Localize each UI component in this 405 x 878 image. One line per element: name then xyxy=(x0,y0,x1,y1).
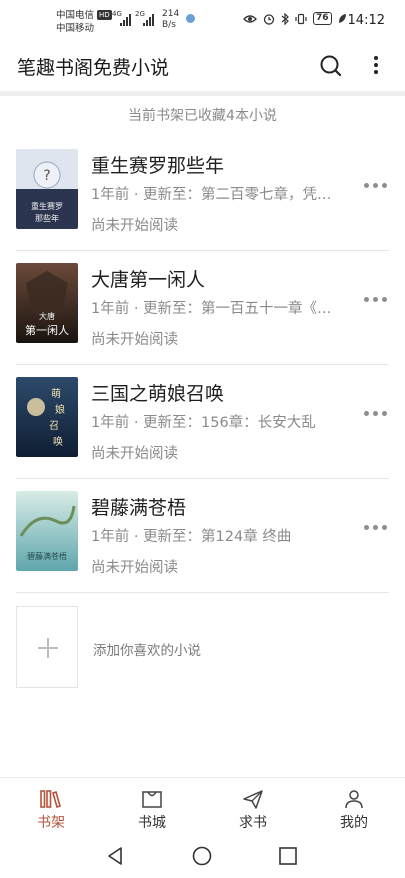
book-more-button[interactable] xyxy=(360,515,390,539)
tab-label: 书架 xyxy=(37,815,65,831)
search-icon xyxy=(320,55,342,77)
book-item[interactable]: 萌 娘 召 唤 三国之萌娘召唤 1年前 · 更新至：156章：长安大乱 尚未开始… xyxy=(0,365,405,479)
book-title: 三国之萌娘召唤 xyxy=(91,383,225,405)
tab-profile[interactable]: 我的 xyxy=(314,782,394,834)
search-button[interactable] xyxy=(317,52,345,80)
more-options-button[interactable] xyxy=(366,52,386,80)
app-bar: 笔趣书阁免费小说 xyxy=(0,44,405,90)
book-more-button[interactable] xyxy=(360,401,390,425)
leaf-icon xyxy=(338,14,346,23)
home-icon xyxy=(192,846,212,866)
book-cover: 萌 娘 召 唤 xyxy=(16,377,78,457)
tab-label: 求书 xyxy=(239,815,267,831)
shelf-summary: 当前书架已收藏4本小说 xyxy=(128,108,277,124)
tab-label: 书城 xyxy=(138,815,166,831)
book-more-button[interactable] xyxy=(360,287,390,311)
user-icon xyxy=(345,790,363,809)
book-update-info: 1年前 · 更新至：第二百零七章，凭… xyxy=(91,187,332,203)
book-title: 大唐第一闲人 xyxy=(91,269,206,291)
recents-button[interactable] xyxy=(275,843,301,869)
svg-text:娘: 娘 xyxy=(55,403,65,416)
carrier-info: 中国电信 HD 中国移动 xyxy=(56,9,112,35)
svg-text:第一闲人: 第一闲人 xyxy=(25,323,69,337)
bluetooth-icon xyxy=(281,12,289,25)
book-progress: 尚未开始阅读 xyxy=(91,218,178,234)
app-notification-icon xyxy=(186,14,195,23)
more-vertical-icon xyxy=(374,56,378,74)
svg-text:?: ? xyxy=(43,168,50,184)
back-icon xyxy=(108,847,122,865)
bookshelf-icon xyxy=(40,790,61,809)
vibrate-icon xyxy=(295,13,307,24)
clock: 14:12 xyxy=(347,13,385,28)
book-item[interactable]: 大唐 第一闲人 大唐第一闲人 1年前 · 更新至：第一百五十一章《… 尚未开始阅… xyxy=(0,251,405,365)
recents-icon xyxy=(279,847,297,865)
book-more-button[interactable] xyxy=(360,173,390,197)
svg-text:那些年: 那些年 xyxy=(35,213,59,223)
page-title: 笔趣书阁免费小说 xyxy=(17,57,170,79)
book-cover: 大唐 第一闲人 xyxy=(16,263,78,343)
book-item[interactable]: 碧藤满苍梧 碧藤满苍梧 1年前 · 更新至：第124章 终曲 尚未开始阅读 xyxy=(0,479,405,593)
bookstore-icon xyxy=(142,791,162,808)
tab-bookstore[interactable]: 书城 xyxy=(112,782,192,834)
svg-text:萌: 萌 xyxy=(51,387,61,400)
carrier-1: 中国电信 xyxy=(56,10,95,21)
back-button[interactable] xyxy=(103,843,129,869)
alarm-icon xyxy=(263,13,275,25)
svg-text:重生赛罗: 重生赛罗 xyxy=(31,201,63,211)
book-item[interactable]: ? 重生赛罗 那些年 重生赛罗那些年 1年前 · 更新至：第二百零七章，凭… 尚… xyxy=(0,137,405,251)
eye-icon xyxy=(243,14,257,23)
network-speed: 214 B/s xyxy=(162,9,180,30)
tabbar-divider xyxy=(0,777,405,778)
book-update-info: 1年前 · 更新至：第一百五十一章《… xyxy=(91,301,332,317)
svg-text:碧藤满苍梧: 碧藤满苍梧 xyxy=(27,551,67,561)
row-divider xyxy=(16,592,389,593)
carrier-2: 中国移动 xyxy=(56,23,95,34)
book-progress: 尚未开始阅读 xyxy=(91,332,178,348)
book-cover: 碧藤满苍梧 xyxy=(16,491,78,571)
battery-level: 76 xyxy=(313,12,332,25)
svg-text:唤: 唤 xyxy=(53,435,63,448)
home-button[interactable] xyxy=(189,843,215,869)
book-update-info: 1年前 · 更新至：156章：长安大乱 xyxy=(91,415,316,431)
book-cover: ? 重生赛罗 那些年 xyxy=(16,149,78,229)
add-book-button[interactable] xyxy=(16,606,78,688)
hd-badge: HD xyxy=(97,10,112,20)
tab-bookshelf[interactable]: 书架 xyxy=(11,782,91,834)
tab-request-book[interactable]: 求书 xyxy=(213,782,293,834)
tab-label: 我的 xyxy=(340,815,368,831)
system-nav-bar xyxy=(0,834,405,878)
book-progress: 尚未开始阅读 xyxy=(91,446,178,462)
book-progress: 尚未开始阅读 xyxy=(91,560,178,576)
signal-2-icon xyxy=(143,12,154,26)
book-update-info: 1年前 · 更新至：第124章 终曲 xyxy=(91,529,292,545)
signal-1-icon xyxy=(120,12,131,26)
status-bar: 中国电信 HD 中国移动 4G 2G 214 B/s 76 14:12 xyxy=(0,0,405,42)
header-divider xyxy=(0,91,405,96)
system-icons: 76 xyxy=(243,12,347,25)
book-title: 碧藤满苍梧 xyxy=(91,497,187,519)
svg-text:召: 召 xyxy=(49,421,59,432)
book-title: 重生赛罗那些年 xyxy=(91,155,225,177)
svg-text:大唐: 大唐 xyxy=(39,311,55,321)
paper-plane-icon xyxy=(243,790,263,809)
add-book-label[interactable]: 添加你喜欢的小说 xyxy=(93,639,201,659)
